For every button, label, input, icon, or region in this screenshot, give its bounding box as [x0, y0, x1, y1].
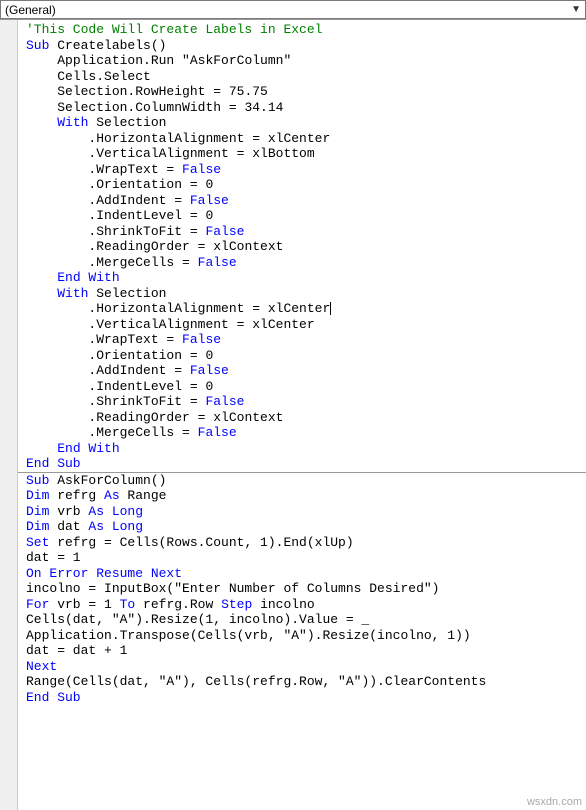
code-line[interactable]: Sub AskForColumn() — [26, 473, 586, 489]
watermark: wsxdn.com — [527, 796, 582, 808]
code-line[interactable]: Selection.RowHeight = 75.75 — [26, 84, 586, 100]
code-line[interactable]: .MergeCells = False — [26, 425, 586, 441]
code-line[interactable]: .IndentLevel = 0 — [26, 208, 586, 224]
code-line[interactable]: Range(Cells(dat, "A"), Cells(refrg.Row, … — [26, 674, 586, 690]
code-content[interactable]: 'This Code Will Create Labels in ExcelSu… — [18, 20, 586, 810]
code-line[interactable]: Dim vrb As Long — [26, 504, 586, 520]
code-line[interactable]: Sub Createlabels() — [26, 38, 586, 54]
code-line[interactable]: .ShrinkToFit = False — [26, 394, 586, 410]
code-line[interactable]: .HorizontalAlignment = xlCenter — [26, 131, 586, 147]
code-line[interactable]: End With — [26, 441, 586, 457]
code-line[interactable]: End With — [26, 270, 586, 286]
chevron-down-icon: ▼ — [571, 4, 581, 15]
code-line[interactable]: Application.Transpose(Cells(vrb, "A").Re… — [26, 628, 586, 644]
code-line[interactable]: .AddIndent = False — [26, 363, 586, 379]
code-line[interactable]: .WrapText = False — [26, 162, 586, 178]
code-line[interactable]: Dim refrg As Range — [26, 488, 586, 504]
code-line[interactable]: Application.Run "AskForColumn" — [26, 53, 586, 69]
code-line[interactable]: .VerticalAlignment = xlBottom — [26, 146, 586, 162]
code-line[interactable]: Dim dat As Long — [26, 519, 586, 535]
code-line[interactable]: dat = dat + 1 — [26, 643, 586, 659]
code-margin — [0, 20, 18, 810]
code-line[interactable]: End Sub — [26, 456, 586, 472]
code-line[interactable]: .Orientation = 0 — [26, 177, 586, 193]
code-line[interactable]: .WrapText = False — [26, 332, 586, 348]
code-line[interactable]: Cells(dat, "A").Resize(1, incolno).Value… — [26, 612, 586, 628]
code-line[interactable]: dat = 1 — [26, 550, 586, 566]
object-procedure-bar: (General) ▼ — [0, 0, 586, 20]
object-dropdown-label: (General) — [5, 3, 56, 17]
code-line[interactable]: incolno = InputBox("Enter Number of Colu… — [26, 581, 586, 597]
text-cursor — [330, 302, 331, 315]
code-line[interactable]: Cells.Select — [26, 69, 586, 85]
code-line[interactable]: Selection.ColumnWidth = 34.14 — [26, 100, 586, 116]
code-line[interactable]: .HorizontalAlignment = xlCenter — [26, 301, 586, 317]
code-line[interactable]: .ReadingOrder = xlContext — [26, 410, 586, 426]
code-line[interactable]: Set refrg = Cells(Rows.Count, 1).End(xlU… — [26, 535, 586, 551]
code-line[interactable]: With Selection — [26, 286, 586, 302]
object-dropdown[interactable]: (General) ▼ — [0, 0, 586, 19]
code-line[interactable]: With Selection — [26, 115, 586, 131]
code-line[interactable]: For vrb = 1 To refrg.Row Step incolno — [26, 597, 586, 613]
code-line[interactable]: .Orientation = 0 — [26, 348, 586, 364]
code-editor[interactable]: 'This Code Will Create Labels in ExcelSu… — [0, 20, 586, 810]
code-line[interactable]: .VerticalAlignment = xlCenter — [26, 317, 586, 333]
code-line[interactable]: .MergeCells = False — [26, 255, 586, 271]
code-line[interactable]: Next — [26, 659, 586, 675]
code-line[interactable]: .AddIndent = False — [26, 193, 586, 209]
code-line[interactable]: .ReadingOrder = xlContext — [26, 239, 586, 255]
code-line[interactable]: .IndentLevel = 0 — [26, 379, 586, 395]
code-line[interactable]: On Error Resume Next — [26, 566, 586, 582]
code-line[interactable]: .ShrinkToFit = False — [26, 224, 586, 240]
code-line[interactable]: End Sub — [26, 690, 586, 706]
code-line[interactable]: 'This Code Will Create Labels in Excel — [26, 22, 586, 38]
